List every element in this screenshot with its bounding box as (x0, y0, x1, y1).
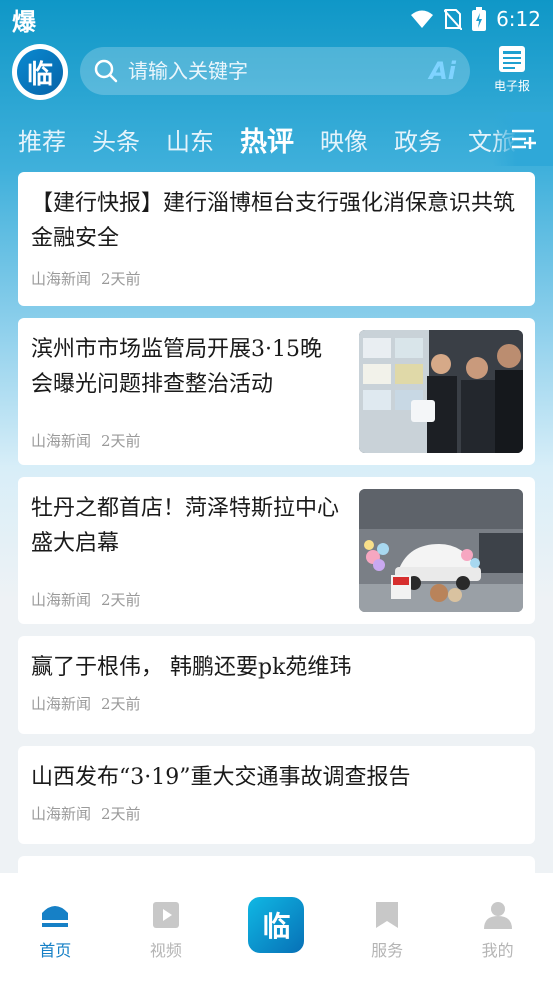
search-input[interactable] (128, 59, 430, 83)
home-icon (42, 906, 69, 927)
news-thumbnail (359, 489, 523, 612)
news-title: 赢了于根伟， 韩鹏还要pk苑维玮 (31, 655, 352, 680)
showroom-photo (359, 489, 523, 612)
app-logo-mark: 临 (17, 49, 63, 95)
tab-images[interactable]: 映像 (320, 122, 368, 157)
ai-assistant-icon[interactable]: Ai (429, 57, 456, 85)
nav-profile-label: 我的 (481, 941, 514, 960)
category-tabs: 推荐 头条 山东 热评 映像 政务 文旅 (0, 112, 553, 166)
tab-menu-button[interactable] (493, 112, 553, 166)
status-bar: 爆 6:12 (0, 0, 553, 38)
wifi-icon (411, 10, 434, 28)
center-logo-icon: 临 (248, 897, 305, 953)
tab-shandong[interactable]: 山东 (166, 122, 214, 157)
nav-profile[interactable]: 我的 (458, 901, 538, 961)
news-time: 2天前 (101, 695, 141, 713)
news-source: 山海新闻 (31, 270, 92, 288)
news-source: 山海新闻 (31, 805, 92, 823)
news-card[interactable]: 滨州市市场监管局开展3·15晚会曝光问题排查整治活动 山海新闻 2天前 (18, 318, 535, 465)
battery-charging-icon (472, 7, 487, 31)
nav-center-logo[interactable]: 临 (236, 897, 316, 953)
status-app-icon: 爆 (12, 7, 36, 36)
news-card[interactable]: 山西发布“3·19”重大交通事故调查报告 山海新闻 2天前 (18, 746, 535, 844)
news-card[interactable]: 赢了于根伟， 韩鹏还要pk苑维玮 山海新闻 2天前 (18, 636, 535, 734)
nav-home-label: 首页 (39, 941, 72, 960)
news-title: 【建行快报】建行淄博桓台支行强化消保意识共筑金融安全 (31, 191, 516, 251)
bottom-nav: 首页 视频 临 服务 我的 (0, 873, 553, 983)
tab-headlines[interactable]: 头条 (92, 122, 140, 157)
nav-video[interactable]: 视频 (126, 901, 206, 961)
news-meta: 山海新闻 2天前 (31, 268, 523, 289)
news-thumbnail (359, 330, 523, 453)
no-sim-icon (444, 9, 463, 30)
news-source: 山海新闻 (31, 591, 92, 609)
news-card[interactable]: 【建行快报】建行淄博桓台支行强化消保意识共筑金融安全 山海新闻 2天前 (18, 172, 535, 306)
video-icon (152, 902, 179, 928)
news-title: 滨州市市场监管局开展3·15晚会曝光问题排查整治活动 (31, 337, 322, 397)
profile-icon (483, 902, 512, 929)
news-source: 山海新闻 (31, 432, 92, 450)
app-logo[interactable]: 临 (12, 44, 68, 100)
news-card[interactable]: 牡丹之都首店！菏泽特斯拉中心盛大启幕 山海新闻 2天前 (18, 477, 535, 624)
news-meta: 山海新闻 2天前 (31, 803, 523, 824)
menu-icon (512, 129, 536, 149)
news-title: 牡丹之都首店！菏泽特斯拉中心盛大启幕 (31, 496, 340, 556)
news-meta: 山海新闻 2天前 (31, 589, 141, 610)
news-source: 山海新闻 (31, 695, 92, 713)
tab-government[interactable]: 政务 (394, 122, 442, 157)
nav-home[interactable]: 首页 (15, 901, 95, 961)
nav-service[interactable]: 服务 (347, 901, 427, 961)
newspaper-icon (499, 46, 525, 72)
status-time: 6:12 (496, 7, 541, 31)
nav-video-label: 视频 (149, 941, 182, 960)
epaper-button[interactable]: 电子报 (486, 44, 538, 100)
inspection-photo (359, 330, 523, 453)
service-icon (376, 902, 399, 928)
news-feed: 【建行快报】建行淄博桓台支行强化消保意识共筑金融安全 山海新闻 2天前 滨州市市场… (18, 172, 535, 898)
news-time: 2天前 (101, 432, 141, 450)
search-row: 临 Ai 电子报 (0, 42, 553, 102)
news-time: 2天前 (101, 805, 141, 823)
epaper-label: 电子报 (493, 79, 530, 93)
nav-service-label: 服务 (371, 941, 404, 960)
tab-recommend[interactable]: 推荐 (18, 122, 66, 157)
search-bar[interactable]: Ai (80, 47, 470, 95)
search-icon (94, 59, 118, 83)
news-title: 山西发布“3·19”重大交通事故调查报告 (31, 765, 411, 790)
tab-hot-comments[interactable]: 热评 (240, 120, 294, 159)
news-time: 2天前 (101, 270, 141, 288)
news-time: 2天前 (101, 591, 141, 609)
news-meta: 山海新闻 2天前 (31, 693, 523, 714)
news-meta: 山海新闻 2天前 (31, 430, 141, 451)
